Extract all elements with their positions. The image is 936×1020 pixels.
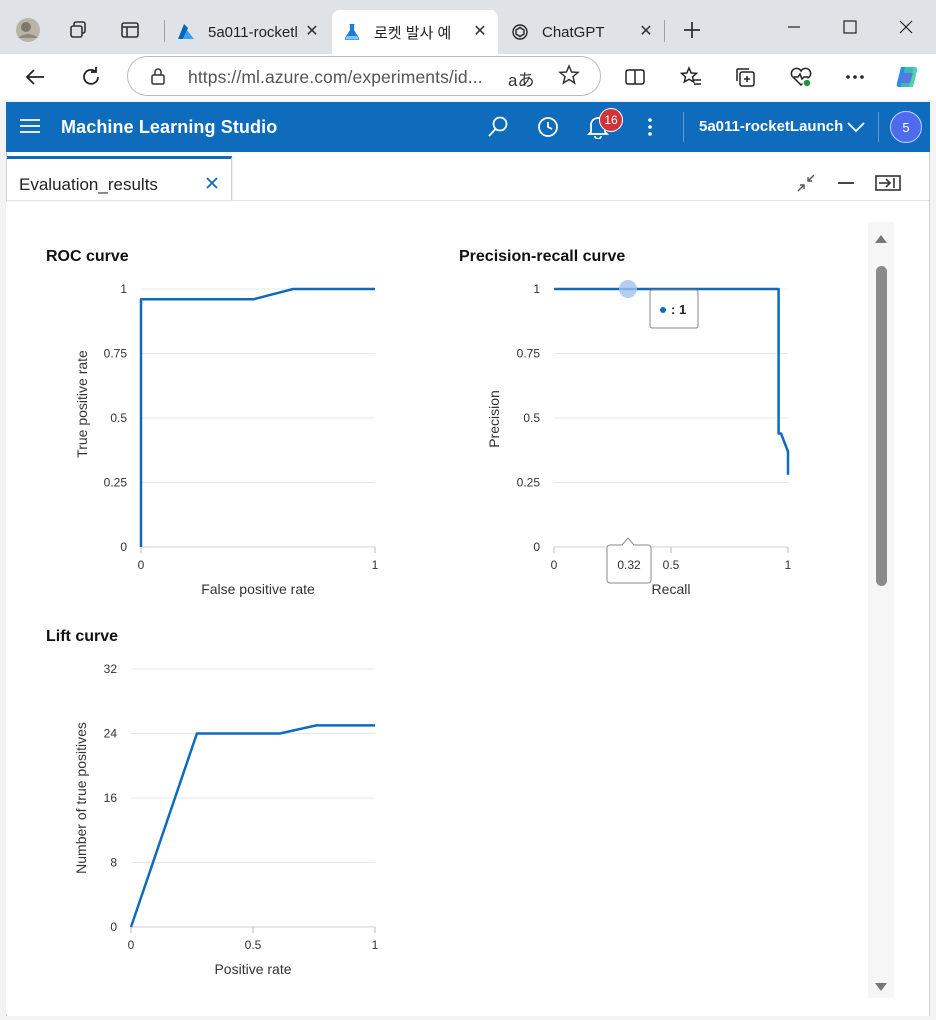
close-window-icon[interactable] [888,12,924,42]
url-text[interactable]: https://ml.azure.com/experiments/id... [188,67,483,88]
tab-azure[interactable]: 5a011-rocketl ✕ [166,10,330,54]
more-vertical-icon[interactable] [636,113,664,141]
profile-icon[interactable] [12,14,44,46]
favorite-star-icon[interactable] [558,64,580,91]
dock-panel-icon[interactable] [873,172,903,194]
split-screen-icon[interactable] [618,60,652,94]
pr-x-tooltip-value: 0.32 [617,558,641,572]
lift-x-tick-label: 1 [372,938,379,952]
back-arrow-icon[interactable] [18,60,52,94]
close-icon[interactable]: ✕ [302,21,322,41]
browser-tab-strip: 5a011-rocketl ✕ 로켓 발사 예 ✕ ChatGPT ✕ [0,0,936,54]
roc-x-tick-label: 1 [372,558,379,572]
ml-studio-flask-icon [342,22,362,42]
workspace-selector[interactable]: 5a011-rocketLaunch [699,118,843,135]
lock-icon[interactable] [150,67,166,90]
lift-y-tick-label: 32 [104,662,118,676]
lift-y-tick-label: 24 [104,727,118,741]
roc-y-tick-label: 0.5 [110,411,127,425]
avatar[interactable]: 5 [890,111,922,143]
pr-ylabel: Precision [486,390,502,448]
lift-xlabel: Positive rate [214,961,291,977]
tab-chatgpt[interactable]: ChatGPT ✕ [500,10,664,54]
charts-area: ROC curve Precision-recall curve Lift cu… [6,202,866,1014]
scroll-down-icon[interactable] [874,980,888,992]
tab-actions-icon[interactable] [114,14,146,46]
charts-svg: 1 0.5 0 32 24 16 8 0 1 0.5 0 1 0.75 0.5 0.25 0 1 0 1 0.75 0.… [73,280,792,977]
collections-icon[interactable] [728,60,762,94]
more-options-icon[interactable] [838,60,872,94]
lift-series-line [129,724,375,928]
pr-x-tick-label: 0.5 [663,558,680,572]
chevron-down-icon[interactable] [846,116,866,141]
new-tab-icon[interactable] [676,14,708,46]
minimize-window-icon[interactable] [776,12,812,42]
roc-y-tick-label: 0 [120,540,127,554]
pr-y-tick-label: 1 [533,282,540,296]
tab-ml-studio[interactable]: 로켓 발사 예 ✕ [332,10,498,54]
maximize-window-icon[interactable] [832,12,868,42]
pr-xlabel: Recall [652,581,691,597]
close-icon[interactable]: ✕ [636,21,656,41]
scrollbar-thumb[interactable] [876,266,887,586]
lift-ylabel: Number of true positives [73,722,89,874]
copilot-icon[interactable] [890,60,924,94]
browser-toolbar: https://ml.azure.com/experiments/id... a… [0,54,936,100]
pr-x-tick-label: 1 [785,558,792,572]
azure-icon [176,22,196,42]
recent-history-icon[interactable] [534,113,562,141]
pr-y-tick-label: 0.25 [517,476,541,490]
refresh-icon[interactable] [74,60,108,94]
search-icon[interactable] [484,113,512,141]
close-icon[interactable]: ✕ [470,21,490,41]
pr-x-tooltip: 0.32 [606,537,652,584]
workspaces-icon[interactable] [62,14,94,46]
minimize-panel-icon[interactable] [833,172,859,194]
pr-hover-point[interactable] [619,280,637,298]
chatgpt-icon [510,22,530,42]
read-aloud-icon[interactable]: aあ [508,66,534,91]
browser-essentials-icon[interactable] [784,60,818,94]
lift-x-tick-label: 0 [128,938,135,952]
pr-tooltip-value: : 1 [671,302,686,317]
lift-y-tick-label: 0 [110,920,117,934]
hamburger-menu-icon[interactable] [20,118,40,134]
pr-tooltip: : 1 [649,289,699,329]
tab-label: Evaluation_results [19,175,158,194]
roc-y-tick-label: 1 [120,282,127,296]
tab-evaluation-results[interactable]: Evaluation_results [7,156,232,200]
pr-x-tick-label: 0 [551,558,558,572]
roc-ylabel: True positive rate [74,350,90,458]
roc-xlabel: False positive rate [201,581,315,597]
tab-label: 로켓 발사 예 [374,24,452,42]
pr-y-tick-label: 0.5 [523,411,540,425]
app-header: Machine Learning Studio 16 5a011-rocketL… [6,102,930,152]
collapse-icon[interactable] [793,172,819,194]
close-icon[interactable] [204,175,220,191]
notification-count-badge[interactable]: 16 [599,108,623,132]
app-title[interactable]: Machine Learning Studio [61,117,277,138]
scroll-up-icon[interactable] [874,232,888,244]
roc-y-tick-label: 0.25 [104,476,128,490]
favorites-icon[interactable] [674,60,708,94]
vertical-scrollbar[interactable] [868,222,894,998]
pr-y-tick-label: 0 [533,540,540,554]
lift-x-tick-label: 0.5 [245,938,262,952]
lift-y-tick-label: 16 [104,791,118,805]
roc-y-tick-label: 0.75 [104,347,128,361]
address-bar[interactable]: https://ml.azure.com/experiments/id... a… [127,56,601,96]
lift-y-tick-label: 8 [110,856,117,870]
roc-x-tick-label: 0 [138,558,145,572]
pr-y-tick-label: 0.75 [517,347,541,361]
